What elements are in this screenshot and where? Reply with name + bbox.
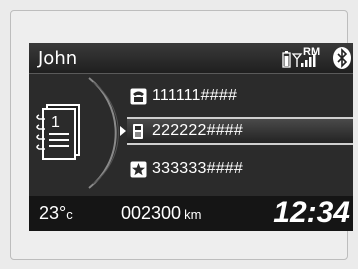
odometer: 002300 km xyxy=(121,203,201,224)
contact-number: 111111#### xyxy=(152,87,238,104)
outside-temperature: 23°c xyxy=(39,203,73,224)
contact-number: 222222#### xyxy=(152,122,243,139)
contact-entry-3[interactable]: 333333#### xyxy=(127,156,353,184)
user-name: John xyxy=(38,48,78,69)
mobile-phone-icon xyxy=(133,124,143,139)
temperature-value: 23° xyxy=(39,203,67,223)
star-icon xyxy=(130,161,147,178)
temperature-unit: c xyxy=(66,207,73,222)
status-footer: 23°c 002300 km 12:34 xyxy=(29,196,353,231)
header-bar: John RM xyxy=(29,43,353,73)
contact-number: 333333#### xyxy=(152,160,243,177)
roaming-label: RM xyxy=(303,46,320,58)
instrument-display: John RM 1 111111#### 222222#### 333333##… xyxy=(29,43,353,231)
svg-text:1: 1 xyxy=(51,114,60,131)
clock: 12:34 xyxy=(273,196,350,229)
phone-icon xyxy=(130,88,147,105)
contact-entry-2-selected[interactable]: 222222#### xyxy=(120,117,353,145)
phone-battery-icon xyxy=(282,51,291,68)
selection-pointer-icon xyxy=(120,126,126,136)
contact-entry-1[interactable]: 111111#### xyxy=(127,83,353,111)
status-icons: RM xyxy=(282,46,351,69)
odometer-unit: km xyxy=(184,207,202,222)
phonebook-icon: 1 xyxy=(36,104,80,160)
bluetooth-icon xyxy=(333,47,351,69)
odometer-value: 002300 xyxy=(121,203,182,223)
